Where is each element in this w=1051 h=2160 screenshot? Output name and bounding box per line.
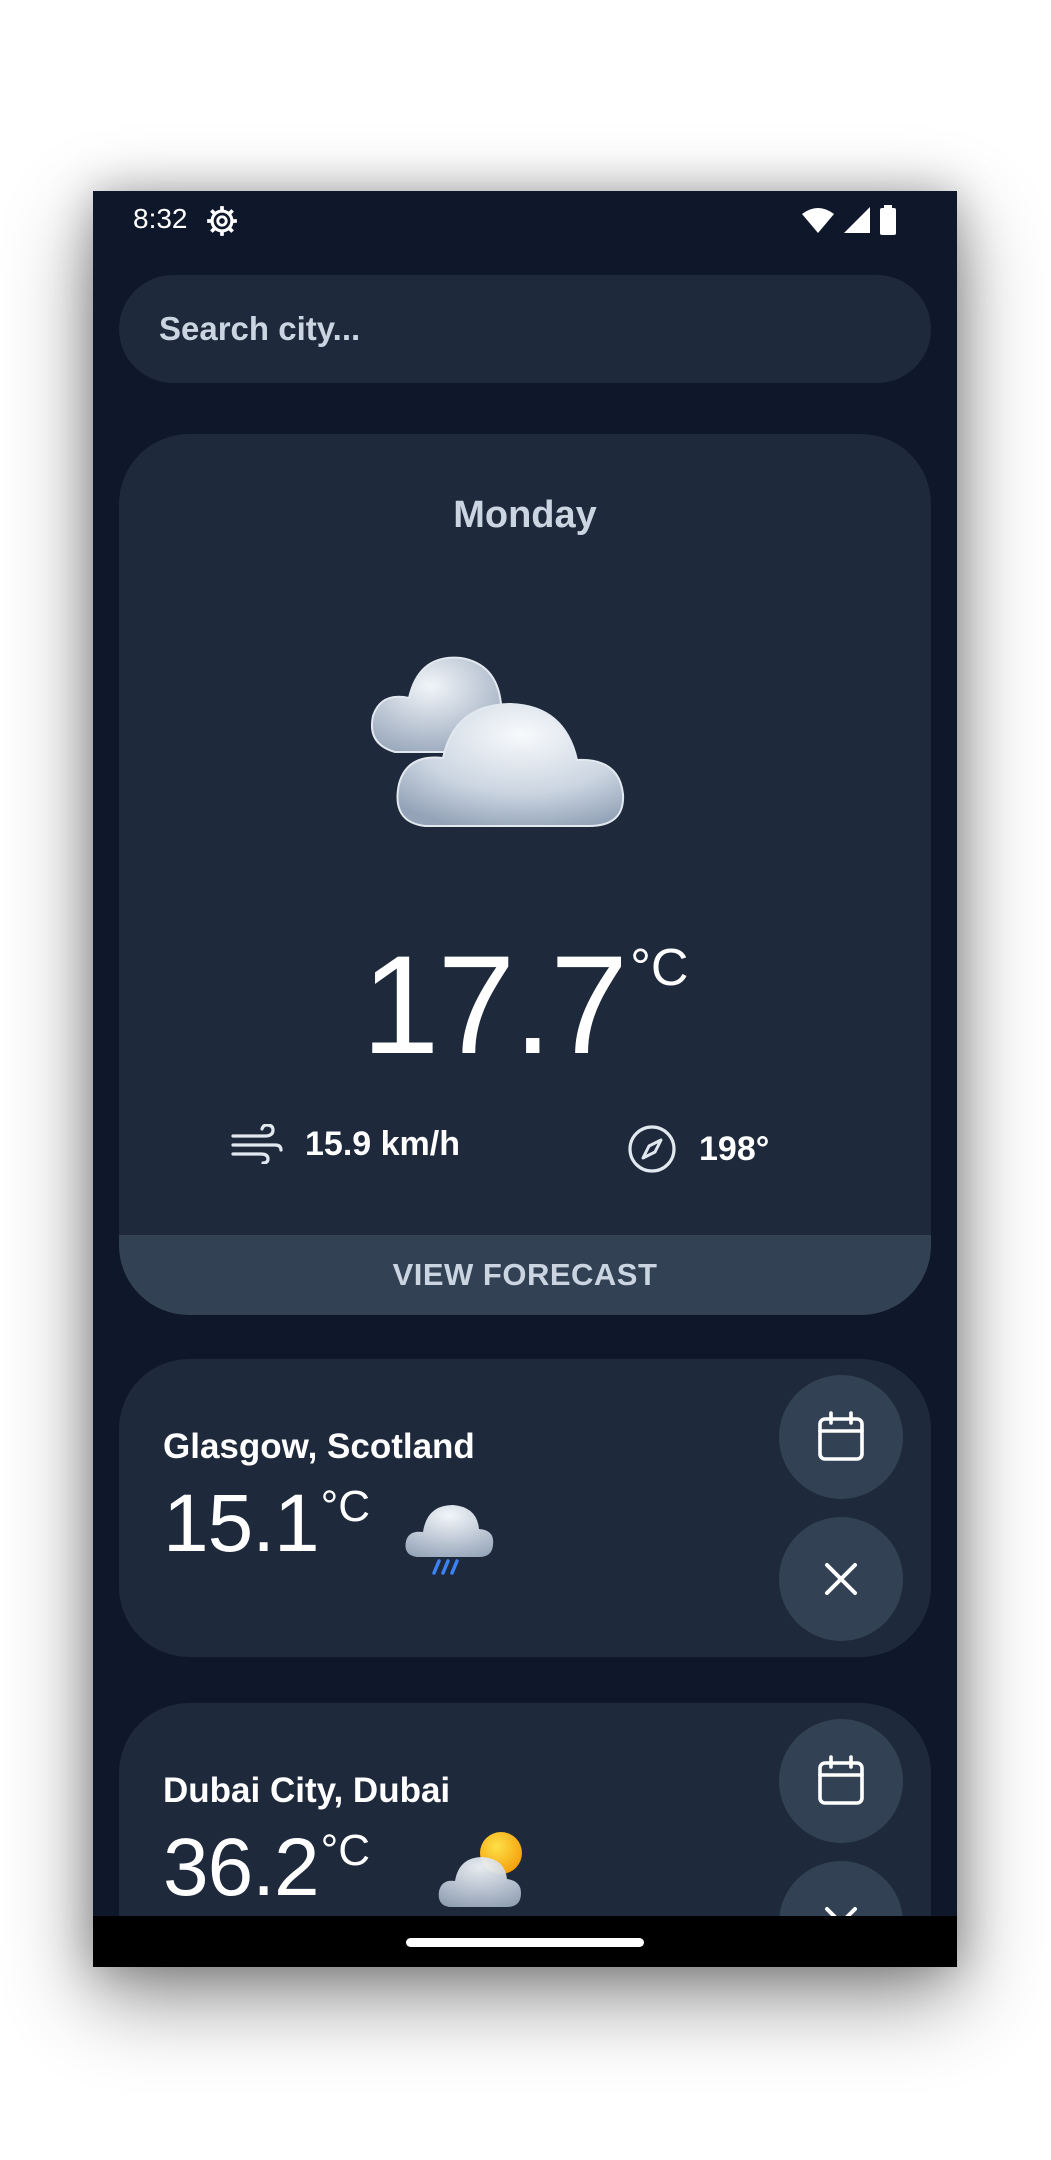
city-name: Dubai City, Dubai [163, 1771, 451, 1810]
view-forecast-button[interactable]: VIEW FORECAST [119, 1235, 931, 1315]
city-temperature-unit: °C [320, 1826, 370, 1875]
day-label: Monday [453, 494, 597, 536]
wifi-icon [802, 208, 834, 233]
app-screen: 8:32 Search city... Monday 17.7°C 15.9 k… [93, 191, 957, 1967]
cloudy-icon [371, 656, 625, 827]
compass-icon [628, 1125, 676, 1173]
settings-gear-icon [207, 206, 237, 236]
partly-sunny-icon [438, 1832, 522, 1907]
home-gesture-handle[interactable] [406, 1938, 644, 1947]
status-icons [801, 205, 897, 235]
calendar-icon [818, 1411, 864, 1461]
city-temperature-value: 36.2 [163, 1822, 320, 1913]
city-card-glasgow[interactable]: Glasgow, Scotland 15.1°C [119, 1359, 931, 1657]
rain-cloud-icon [405, 1505, 494, 1575]
wind-speed: 15.9 km/h [231, 1124, 460, 1164]
temperature-unit: °C [630, 939, 689, 997]
city-temperature-value: 15.1 [163, 1478, 320, 1569]
current-weather-card: Monday 17.7°C 15.9 km/h 198° VIEW FORECA… [119, 434, 931, 1315]
city-temperature: 36.2°C [163, 1821, 370, 1915]
battery-icon [880, 205, 896, 235]
status-time: 8:32 [133, 203, 188, 234]
wind-direction-value: 198° [699, 1129, 770, 1168]
search-input[interactable]: Search city... [119, 275, 931, 383]
wind-speed-value: 15.9 km/h [305, 1124, 460, 1163]
navigation-bar [93, 1916, 957, 1967]
current-temperature: 17.7°C [119, 924, 931, 1086]
wind-direction: 198° [627, 1124, 769, 1174]
signal-icon [844, 207, 870, 233]
city-temperature: 15.1°C [163, 1477, 370, 1571]
forecast-calendar-button[interactable] [779, 1375, 903, 1499]
wind-icon [231, 1124, 283, 1164]
remove-city-button[interactable] [779, 1517, 903, 1641]
calendar-icon [818, 1755, 864, 1805]
city-temperature-unit: °C [320, 1482, 370, 1531]
status-bar: 8:32 [93, 191, 957, 247]
forecast-calendar-button[interactable] [779, 1719, 903, 1843]
temperature-value: 17.7 [361, 926, 628, 1083]
close-icon [825, 1563, 857, 1595]
search-placeholder: Search city... [159, 310, 361, 347]
city-name: Glasgow, Scotland [163, 1427, 475, 1466]
